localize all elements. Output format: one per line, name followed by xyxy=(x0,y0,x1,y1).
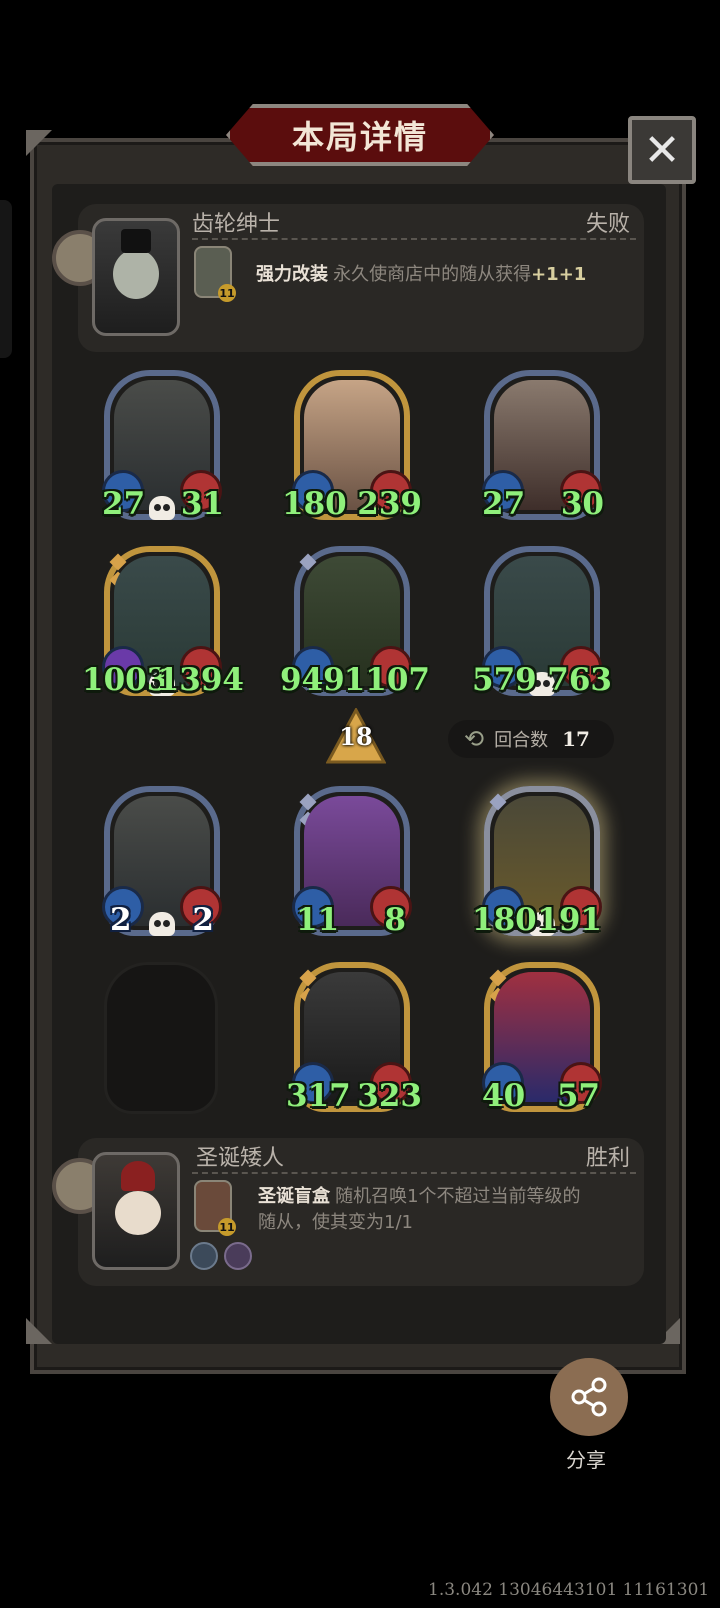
hero-name: 齿轮绅士 xyxy=(192,212,281,237)
minion-health: 31 xyxy=(180,486,224,522)
close-icon: ✕ xyxy=(643,124,681,176)
minion-health: 57 xyxy=(556,1078,600,1114)
divider xyxy=(192,1172,636,1174)
top-hat-icon xyxy=(121,229,151,253)
santa-hat-icon xyxy=(121,1161,155,1191)
hero-face-icon xyxy=(115,1191,161,1235)
tavern-level-badge: 18 xyxy=(325,706,387,768)
skill-description: 随从，使其变为1/1 xyxy=(258,1212,413,1233)
minion-attack: 27 xyxy=(482,486,526,522)
minion-health: 30 xyxy=(560,486,604,522)
skill-bonus: +1+1 xyxy=(531,264,587,285)
share-icon xyxy=(571,1377,607,1417)
minion-card[interactable]: 317 323 xyxy=(286,962,422,1114)
skill-title: 强力改装 xyxy=(256,264,328,285)
divider xyxy=(192,238,636,240)
minion-card[interactable]: 27 31 xyxy=(102,370,224,522)
skill-level-badge: 11 xyxy=(218,1218,236,1236)
minion-card[interactable]: 40 57 xyxy=(482,962,602,1114)
skull-icon xyxy=(149,496,175,520)
close-button[interactable]: ✕ xyxy=(628,116,696,184)
minion-card[interactable]: 11 8 xyxy=(292,786,412,938)
turn-counter: ⟲ 回合数 17 xyxy=(448,720,614,758)
minion-card[interactable]: 27 30 xyxy=(482,370,604,522)
share-label: 分享 xyxy=(566,1448,606,1472)
match-result: 胜利 xyxy=(585,1146,630,1171)
match-result: 失败 xyxy=(585,212,630,237)
player-hero-card[interactable]: 圣诞矮人 胜利 11 圣诞盲盒 随机召唤1个不超过当前等级的 随从，使其变为1/… xyxy=(52,1138,644,1286)
minion-card[interactable]: 1003 1394 xyxy=(82,546,244,698)
hero-portrait xyxy=(92,1152,180,1270)
minion-attack: 40 xyxy=(482,1078,526,1114)
hero-name: 圣诞矮人 xyxy=(196,1146,285,1171)
buff-claw-icon[interactable] xyxy=(224,1242,252,1270)
minion-card[interactable]: 180 239 xyxy=(282,370,422,522)
skill-description: 随机召唤1个不超过当前等级的 xyxy=(335,1186,581,1207)
skill-icon: 11 xyxy=(194,246,236,302)
minion-health: 191 xyxy=(537,902,602,938)
minion-health: 323 xyxy=(357,1078,422,1114)
skull-icon xyxy=(149,912,175,936)
skill-description: 永久使商店中的随从获得 xyxy=(333,264,532,285)
minion-card[interactable]: 180 191 xyxy=(472,786,602,938)
hero-face-icon xyxy=(113,249,159,299)
minion-health: 1107 xyxy=(343,662,430,698)
minion-attack: 317 xyxy=(286,1078,351,1114)
page-title: 本局详情 xyxy=(291,118,428,156)
tavern-level: 18 xyxy=(339,722,373,751)
side-edge xyxy=(0,200,12,358)
skill-icon: 11 xyxy=(194,1180,236,1236)
turn-value: 17 xyxy=(562,727,590,751)
version-text: 1.3.042 13046443101 11161301 xyxy=(428,1580,710,1600)
minion-health: 2 xyxy=(192,902,214,938)
minion-attack: 949 xyxy=(280,662,345,698)
skill-title: 圣诞盲盒 xyxy=(258,1186,330,1207)
minion-attack: 579 xyxy=(472,662,537,698)
hero-skill-text: 强力改装 永久使商店中的随从获得+1+1 xyxy=(256,260,586,286)
minion-health: 1394 xyxy=(157,662,244,698)
title-banner: 本局详情 xyxy=(226,104,494,166)
skill-level-badge: 11 xyxy=(218,284,236,302)
minion-card[interactable]: 949 1107 xyxy=(280,546,430,698)
minion-health: 8 xyxy=(384,902,406,938)
share-button[interactable] xyxy=(550,1358,628,1436)
minion-attack: 1003 xyxy=(82,662,169,698)
empty-minion-slot xyxy=(104,962,218,1114)
minion-health: 239 xyxy=(357,486,422,522)
minion-attack: 2 xyxy=(110,902,132,938)
minion-attack: 180 xyxy=(282,486,347,522)
turn-label: 回合数 xyxy=(494,730,549,751)
minion-attack: 27 xyxy=(102,486,146,522)
minion-attack: 11 xyxy=(296,902,340,938)
opponent-hero-card[interactable]: 齿轮绅士 失败 11 强力改装 永久使商店中的随从获得+1+1 xyxy=(52,204,644,352)
minion-card[interactable]: 2 2 xyxy=(102,786,222,938)
minion-health: 763 xyxy=(547,662,612,698)
minion-card[interactable]: 579 763 xyxy=(472,546,612,698)
hero-skill-text: 圣诞盲盒 随机召唤1个不超过当前等级的 随从，使其变为1/1 xyxy=(258,1184,581,1236)
hero-portrait xyxy=(92,218,180,336)
minion-attack: 180 xyxy=(472,902,537,938)
refresh-icon: ⟲ xyxy=(464,725,485,753)
buff-sword-icon[interactable] xyxy=(190,1242,218,1270)
